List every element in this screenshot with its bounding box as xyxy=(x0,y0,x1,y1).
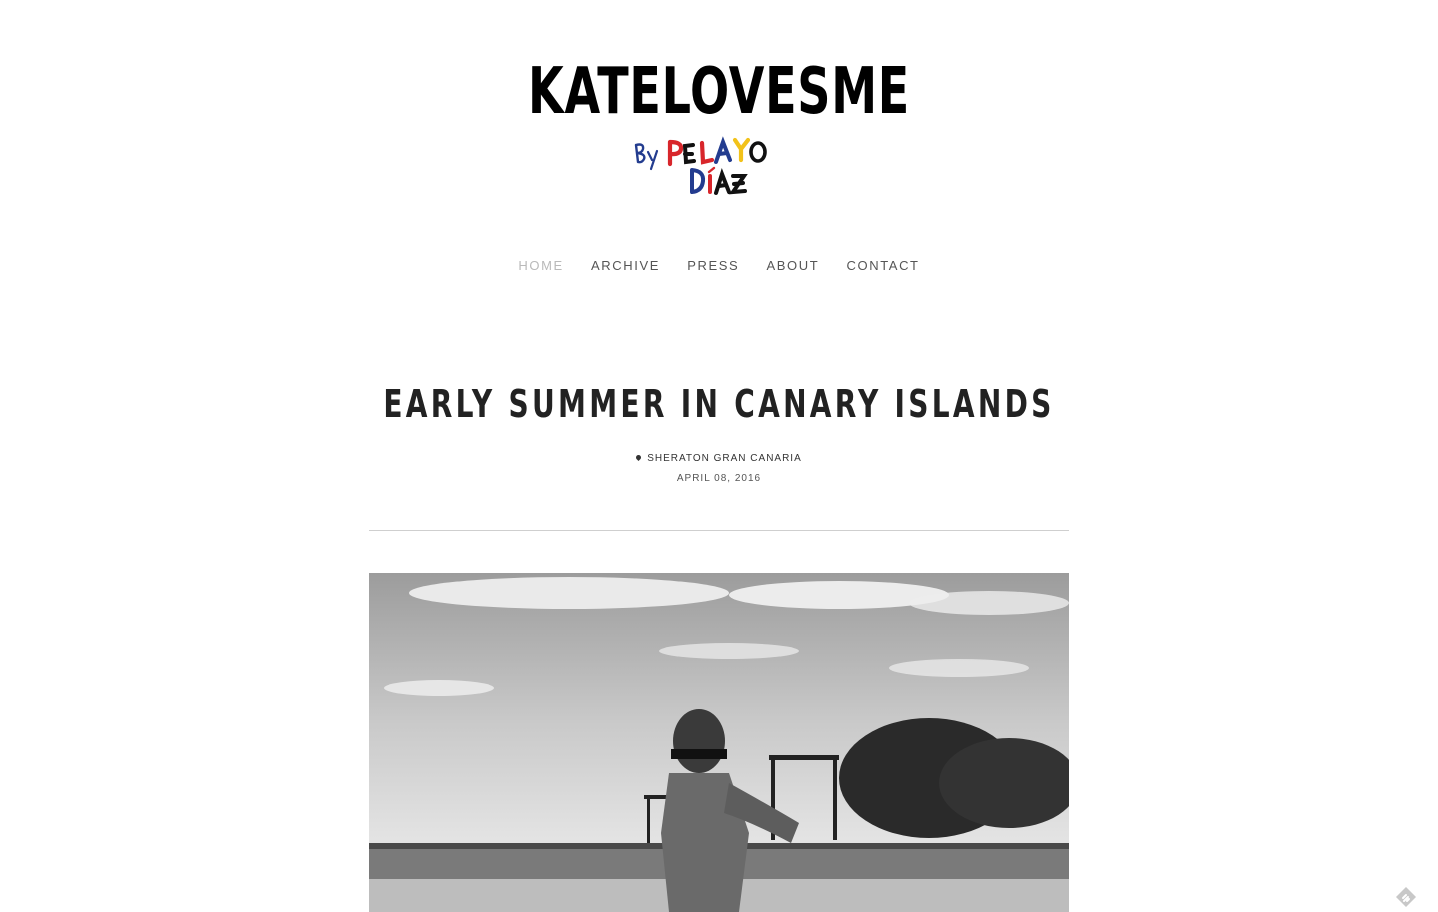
post-photo[interactable] xyxy=(369,573,1069,912)
site-header: KATELOVESME xyxy=(0,0,1438,210)
location-pin-icon xyxy=(635,453,643,462)
feedly-icon[interactable] xyxy=(1395,886,1417,908)
post-date: APRIL 08, 2016 xyxy=(676,473,762,484)
main-navigation: HOME ARCHIVE PRESS ABOUT CONTACT xyxy=(0,258,1438,273)
nav-about[interactable]: ABOUT xyxy=(767,258,820,273)
post-title[interactable]: EARLY SUMMER IN CANARY ISLANDS xyxy=(129,382,1308,426)
post-divider xyxy=(369,530,1069,531)
post-location-text[interactable]: SHERATON GRAN CANARIA xyxy=(647,453,802,464)
pelayo-diaz-signature-logo xyxy=(634,136,767,195)
site-logo-title[interactable]: KATELOVESME xyxy=(201,54,1236,130)
nav-archive[interactable]: ARCHIVE xyxy=(591,258,660,273)
photo-illustration xyxy=(369,573,1069,912)
nav-press[interactable]: PRESS xyxy=(687,258,739,273)
post-location: SHERATON GRAN CANARIA xyxy=(0,453,1438,464)
nav-home[interactable]: HOME xyxy=(518,258,563,273)
nav-contact[interactable]: CONTACT xyxy=(847,258,920,273)
